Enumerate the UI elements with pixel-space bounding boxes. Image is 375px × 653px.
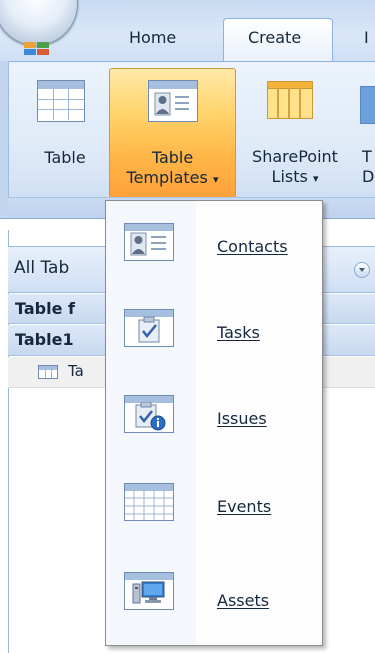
- table-icon: [37, 80, 85, 122]
- tab-create[interactable]: Create: [248, 28, 301, 50]
- sharepoint-lists-button[interactable]: SharePoint Lists ▾: [236, 68, 354, 198]
- chevron-down-icon: ▾: [312, 172, 319, 185]
- sharepoint-lists-label-line2: Lists ▾: [271, 167, 319, 186]
- ribbon-edge: [0, 61, 9, 217]
- design-button-partial-icon[interactable]: [356, 84, 375, 124]
- menu-item-tasks[interactable]: [106, 291, 322, 377]
- menu-item-issues[interactable]: [106, 377, 322, 463]
- menu-item-issues-label: Issues: [217, 409, 267, 428]
- tasks-template-icon: [124, 309, 174, 347]
- menu-item-events-label: Events: [217, 497, 272, 516]
- table-templates-label-line1: Table: [151, 148, 194, 167]
- nav-group-label: Table1: [15, 330, 74, 349]
- menu-item-contacts-label: Contacts: [217, 237, 288, 256]
- contacts-template-icon: [124, 223, 174, 261]
- table-button[interactable]: Table: [26, 68, 104, 198]
- menu-item-events[interactable]: [106, 463, 322, 549]
- tab-next-partial[interactable]: I: [364, 28, 369, 47]
- ribbon-partial-label-1: T: [362, 147, 372, 166]
- events-template-icon: [124, 483, 174, 521]
- chevron-down-icon[interactable]: [354, 262, 370, 278]
- office-logo-icon: [24, 42, 50, 57]
- table-templates-label-line2: Templates ▾: [126, 168, 219, 187]
- nav-table-item-label: Ta: [68, 362, 84, 380]
- menu-item-tasks-label: Tasks: [217, 323, 260, 342]
- ribbon-partial-label-2: D: [362, 167, 375, 186]
- nav-group-label: Table f: [15, 299, 75, 318]
- table-icon: [38, 365, 58, 379]
- contacts-template-icon: [148, 80, 198, 122]
- menu-item-contacts[interactable]: [106, 205, 322, 291]
- assets-template-icon: [124, 572, 174, 610]
- sharepoint-lists-label-line1: SharePoint: [252, 147, 338, 166]
- table-templates-button[interactable]: Table Templates ▾: [109, 68, 236, 198]
- table-button-label: Table: [44, 148, 86, 167]
- tab-home[interactable]: Home: [129, 28, 176, 50]
- chevron-down-icon: ▾: [212, 173, 219, 186]
- issues-template-icon: [124, 395, 174, 433]
- navigation-pane-title: All Tab: [14, 258, 70, 278]
- menu-item-assets-label: Assets: [217, 591, 270, 610]
- menu-item-assets[interactable]: [106, 549, 322, 635]
- sharepoint-list-icon: [267, 81, 313, 119]
